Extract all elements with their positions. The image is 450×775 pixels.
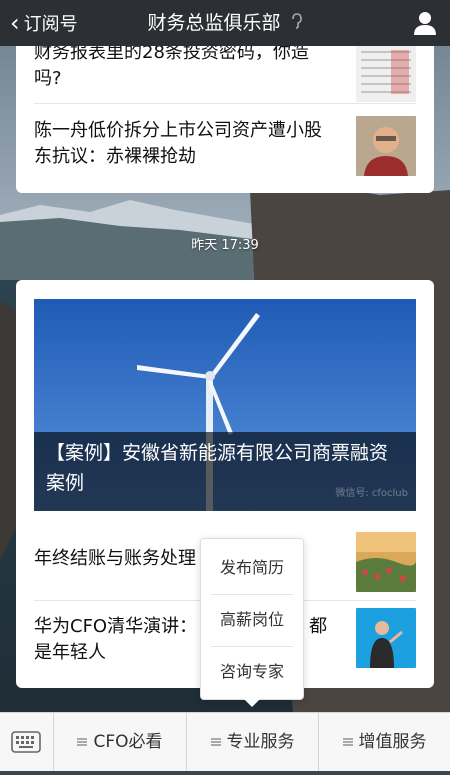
menu-cfo-must-read[interactable]: CFO必看 [54, 713, 187, 771]
timestamp-text: 昨天 17:39 [191, 238, 259, 253]
service-popup-menu: 发布简历 高薪岗位 咨询专家 [200, 538, 304, 707]
message-timestamp: 昨天 17:39 [0, 234, 450, 253]
menu-professional-services[interactable]: 专业服务 [187, 713, 319, 771]
menu-label: 增值服务 [358, 732, 427, 752]
profile-icon[interactable] [412, 10, 438, 36]
article-title: 财务报表里的28条投资密码，你造吗? [34, 46, 309, 89]
menu-lines-icon [77, 713, 88, 771]
list-item[interactable]: 财务报表里的28条投资密码，你造吗? [34, 46, 416, 104]
article-title: 华为CFO清华演讲： 都 是年轻人 [34, 614, 354, 666]
menu-lines-icon [210, 713, 221, 771]
page-title: 财务总监俱乐部 [0, 0, 450, 46]
menu-item-high-salary-jobs[interactable]: 高薪岗位 [211, 595, 293, 645]
article-thumbnail [356, 608, 416, 668]
page-title-text: 财务总监俱乐部 [147, 12, 281, 34]
popup-arrow [244, 699, 260, 707]
keyboard-toggle-button[interactable] [0, 713, 54, 771]
ear-icon [291, 3, 303, 49]
hero-caption: 【案例】安徽省新能源有限公司商票融资案例 [34, 432, 416, 511]
top-nav-bar: ‹ 订阅号 财务总监俱乐部 [0, 0, 450, 46]
article-card-top: 财务报表里的28条投资密码，你造吗? 陈一舟低价拆分上市公司资产遭小股东抗议：赤… [16, 46, 434, 193]
article-thumbnail [356, 532, 416, 592]
menu-label: CFO必看 [93, 732, 163, 752]
hero-article[interactable]: 【案例】安徽省新能源有限公司商票融资案例 微信号: cfoclub [34, 299, 416, 511]
menu-item-consult-expert[interactable]: 咨询专家 [211, 647, 293, 697]
list-item[interactable]: 陈一舟低价拆分上市公司资产遭小股东抗议：赤裸裸抢劫 [34, 106, 416, 178]
article-title-line1-end: 都 [309, 616, 328, 637]
bottom-menu-bar: CFO必看 专业服务 增值服务 [0, 712, 450, 771]
menu-value-added-services[interactable]: 增值服务 [319, 713, 450, 771]
menu-item-post-resume[interactable]: 发布简历 [211, 543, 293, 593]
article-thumbnail [356, 116, 416, 176]
article-thumbnail [356, 46, 416, 102]
keyboard-icon [11, 731, 41, 753]
article-title-line1: 华为CFO清华演讲： [34, 616, 198, 637]
article-title-line2: 是年轻人 [34, 642, 106, 663]
article-title: 陈一舟低价拆分上市公司资产遭小股东抗议：赤裸裸抢劫 [34, 120, 322, 167]
watermark: 微信号: cfoclub [335, 488, 408, 499]
menu-lines-icon [342, 713, 353, 771]
menu-label: 专业服务 [226, 732, 295, 752]
